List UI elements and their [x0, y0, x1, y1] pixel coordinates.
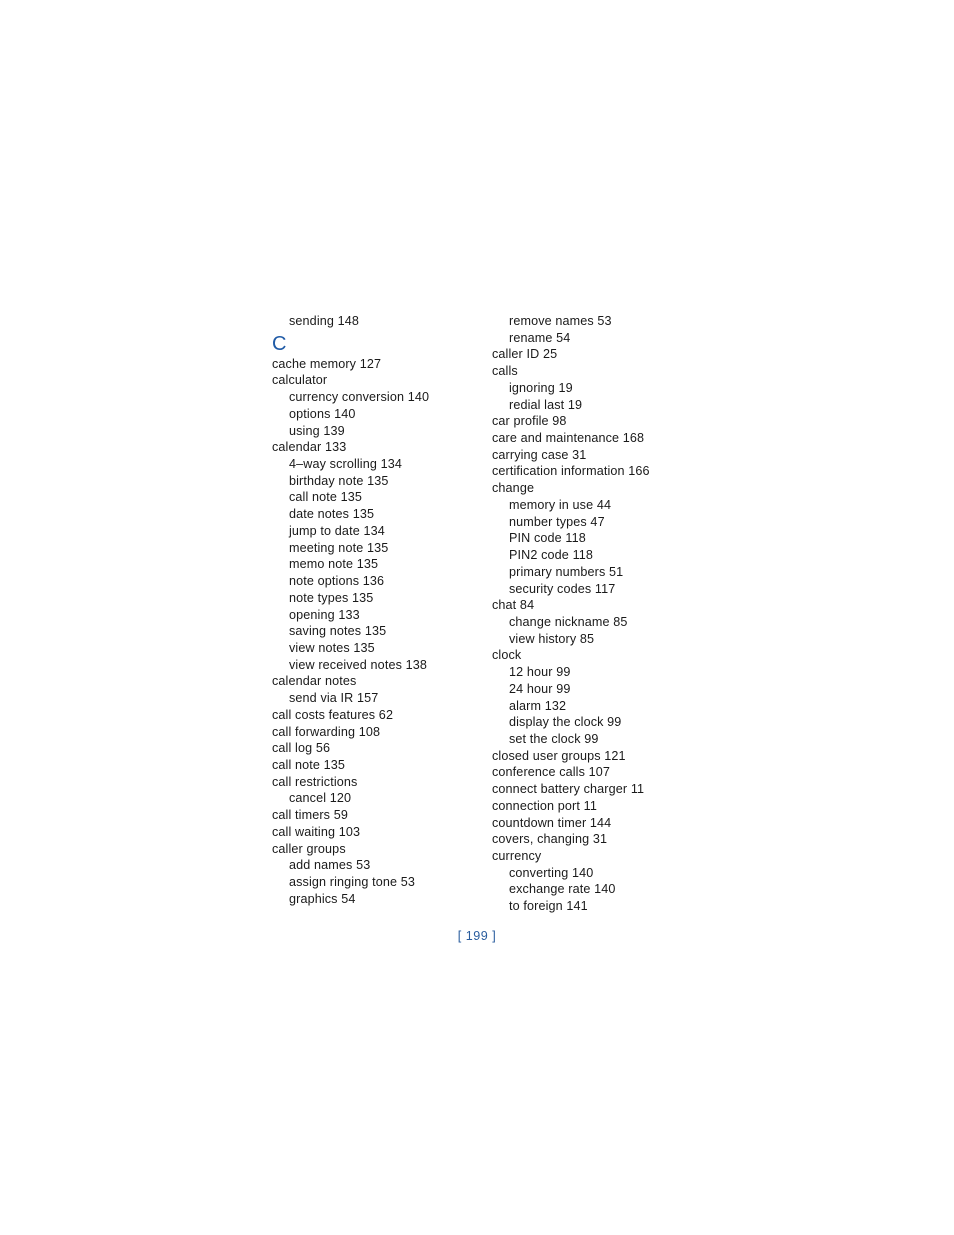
index-entry: car profile 98 — [492, 414, 567, 429]
index-entry: call waiting 103 — [272, 824, 361, 839]
index-subentry: saving notes 135 — [289, 624, 387, 639]
index-subentry: assign ringing tone 53 — [289, 875, 415, 889]
index-subentry: PIN2 code 118 — [509, 548, 594, 563]
index-subentry: to foreign 141 — [509, 899, 588, 914]
index-subentry: view notes 135 — [289, 640, 375, 655]
index-subentry: remove names 53 — [509, 314, 612, 328]
index-subentry: birthday note 135 — [289, 473, 389, 488]
index-subentry: ignoring 19 — [509, 380, 573, 395]
index-subentry: rename 54 — [509, 330, 571, 345]
index-entry: chat 84 — [492, 598, 535, 613]
index-subentry: view received notes 138 — [289, 657, 428, 672]
index-subentry: opening 133 — [289, 607, 360, 622]
index-subentry: graphics 54 — [289, 891, 356, 906]
index-subentry: note types 135 — [289, 590, 374, 605]
index-subentry: currency conversion 140 — [289, 390, 430, 405]
index-column-left: sending 148 Ccache memory 127 calculator cu… — [272, 313, 487, 907]
index-subentry: change nickname 85 — [509, 614, 628, 629]
index-entry: calls — [492, 364, 518, 379]
index-subentry: call note 135 — [289, 490, 363, 505]
index-subentry: add names 53 — [289, 858, 371, 873]
index-subentry: memo note 135 — [289, 557, 379, 572]
index-entry: call costs features 62 — [272, 707, 394, 722]
index-entry: covers, changing 31 — [492, 832, 608, 847]
index-subentry: 12 hour 99 — [509, 665, 571, 680]
index-entry: calendar 133 — [272, 440, 347, 455]
index-entry: calculator — [272, 373, 328, 388]
index-entry: caller ID 25 — [492, 347, 558, 362]
index-subentry: converting 140 — [509, 865, 594, 880]
index-entry: carrying case 31 — [492, 447, 587, 462]
index-subentry: meeting note 135 — [289, 540, 389, 555]
index-entry: call restrictions — [272, 774, 358, 789]
index-entry: care and maintenance 168 — [492, 431, 645, 446]
index-column-right: remove names 53 rename 54 caller ID 25 call… — [492, 313, 707, 915]
index-letter-heading: C — [272, 332, 287, 355]
index-subentry: primary numbers 51 — [509, 564, 624, 579]
index-entry: cache memory 127 — [272, 356, 382, 371]
index-subentry: jump to date 134 — [289, 523, 385, 538]
index-subentry: date notes 135 — [289, 507, 375, 522]
index-subentry: number types 47 — [509, 514, 605, 529]
index-subentry: redial last 19 — [509, 397, 583, 412]
index-subentry: exchange rate 140 — [509, 882, 616, 897]
index-subentry: view history 85 — [509, 631, 595, 646]
index-subentry: options 140 — [289, 406, 356, 421]
index-subentry: PIN code 118 — [509, 531, 586, 546]
index-entry: call forwarding 108 — [272, 724, 381, 739]
page-number: [ 199 ] — [457, 929, 497, 943]
index-entry: call log 56 — [272, 741, 331, 756]
index-entry: certification information 166 — [492, 464, 650, 479]
index-entry: conference calls 107 — [492, 765, 611, 780]
index-subentry: display the clock 99 — [509, 715, 622, 730]
index-subentry: sending 148 — [289, 314, 360, 328]
index-entry: calendar notes — [272, 674, 357, 689]
index-subentry: using 139 — [289, 423, 345, 438]
index-entry: currency — [492, 849, 542, 863]
index-subentry: set the clock 99 — [509, 731, 599, 746]
index-entry: connect battery charger 11 — [492, 782, 645, 797]
index-subentry: alarm 132 — [509, 698, 567, 713]
index-entry: call timers 59 — [272, 808, 348, 823]
index-entry: closed user groups 121 — [492, 748, 626, 763]
index-subentry: send via IR 157 — [289, 691, 379, 706]
index-subentry: security codes 117 — [509, 581, 616, 596]
index-entry: call note 135 — [272, 757, 346, 772]
index-subentry: 4–way scrolling 134 — [289, 457, 403, 472]
index-entry: change — [492, 481, 535, 496]
index-subentry: 24 hour 99 — [509, 681, 571, 696]
index-subentry: cancel 120 — [289, 791, 352, 806]
index-entry: clock — [492, 648, 522, 663]
index-entry: countdown timer 144 — [492, 815, 612, 830]
index-subentry: note options 136 — [289, 574, 385, 589]
index-subentry: memory in use 44 — [509, 497, 612, 512]
index-page: sending 148 Ccache memory 127 calculator cu… — [0, 0, 954, 1235]
index-entry: caller groups — [272, 841, 346, 856]
index-entry: connection port 11 — [492, 798, 597, 813]
